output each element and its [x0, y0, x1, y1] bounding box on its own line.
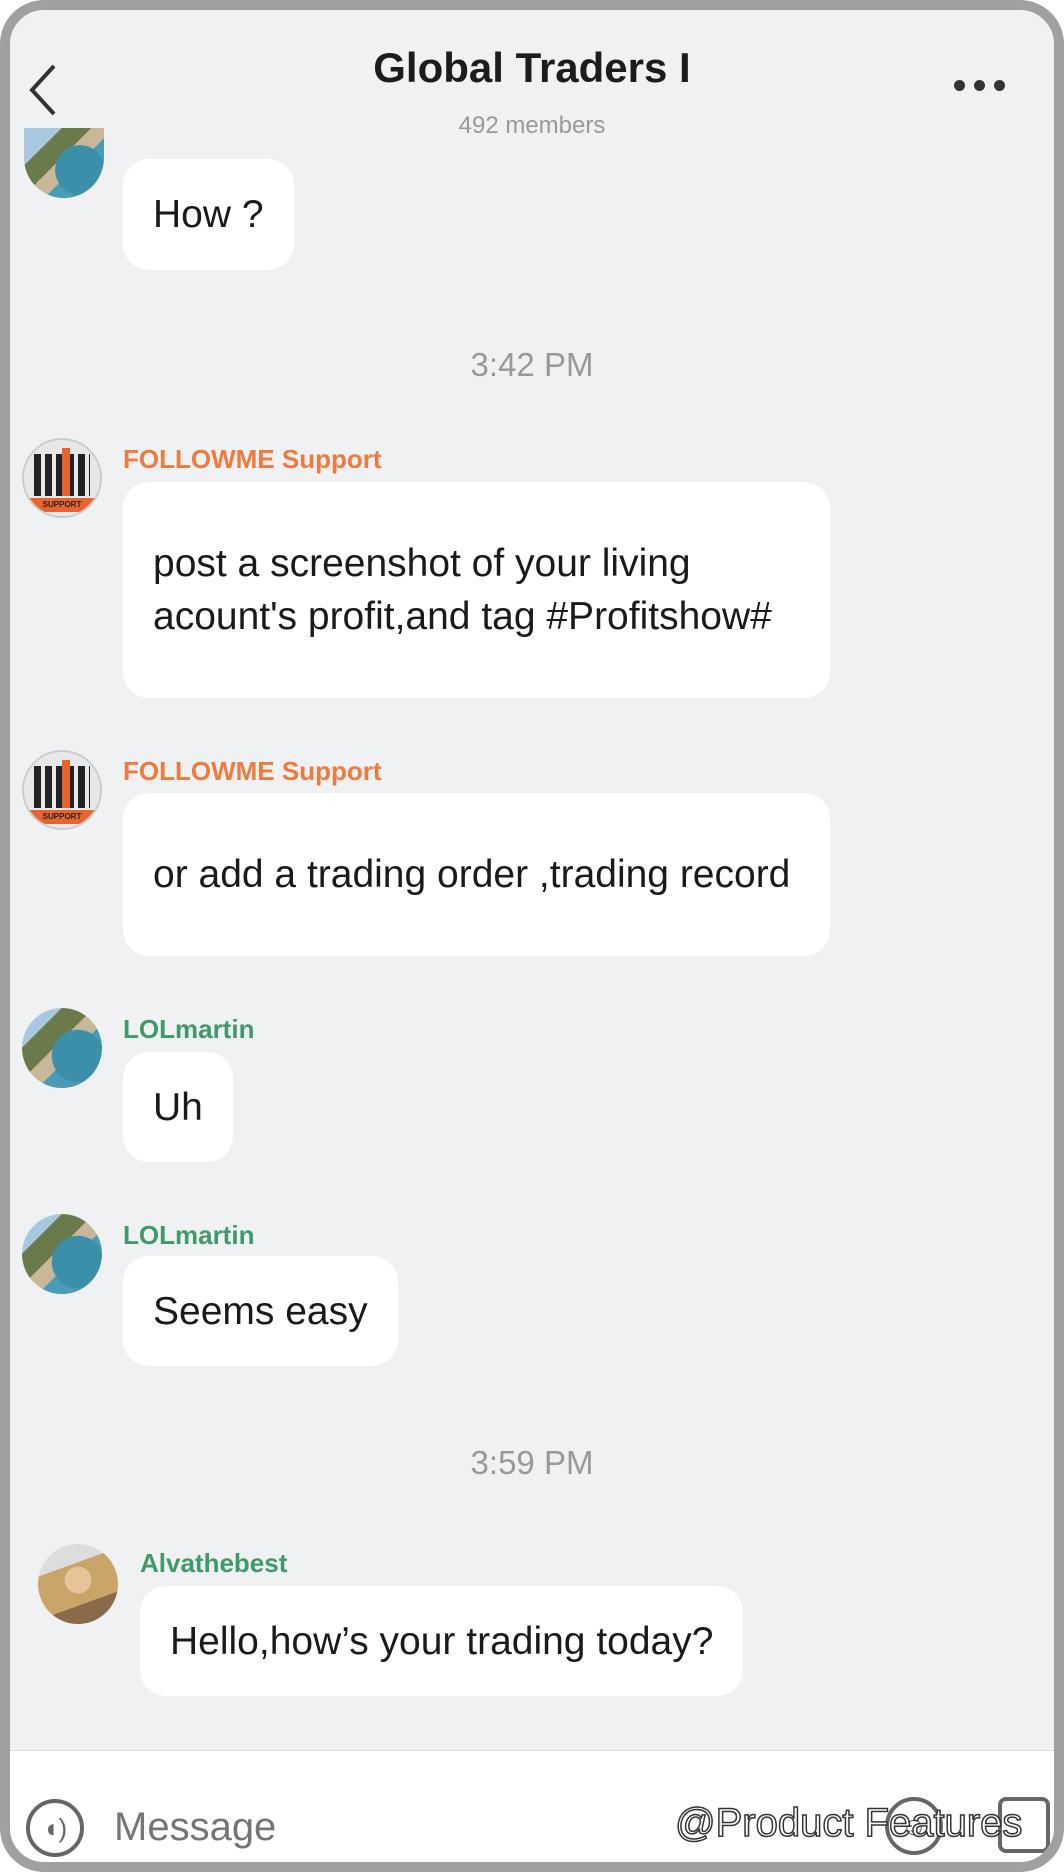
- message-text: or add a trading order ,trading record: [153, 853, 791, 896]
- avatar[interactable]: [38, 1544, 118, 1624]
- avatar[interactable]: SUPPORT: [22, 438, 102, 518]
- watermark: @Product Features: [674, 1800, 1023, 1846]
- message-text: Hello,how’s your trading today?: [170, 1619, 714, 1663]
- avatar[interactable]: [22, 1214, 102, 1294]
- message-bubble[interactable]: Hello,how’s your trading today?: [140, 1586, 744, 1696]
- page-title: Global Traders I: [373, 44, 691, 91]
- avatar[interactable]: [22, 1008, 102, 1088]
- message-text: post a screenshot of your living acount'…: [153, 542, 772, 638]
- message-text: Seems easy: [153, 1289, 368, 1333]
- message-text: Uh: [153, 1085, 203, 1129]
- timestamp: 3:59 PM: [470, 1444, 594, 1481]
- message-bubble[interactable]: Uh: [123, 1052, 233, 1162]
- sender-name[interactable]: FOLLOWME Support: [123, 444, 382, 475]
- sender-name[interactable]: LOLmartin: [123, 1014, 254, 1045]
- message-bubble[interactable]: or add a trading order ,trading record: [123, 793, 830, 956]
- chat-screen: Global Traders I 492 members How ? 3:42 …: [0, 0, 1064, 1872]
- message-bubble[interactable]: Seems easy: [123, 1256, 398, 1366]
- member-count[interactable]: 492 members: [10, 112, 1054, 140]
- sender-name[interactable]: LOLmartin: [123, 1220, 254, 1251]
- timestamp: 3:42 PM: [470, 346, 594, 383]
- message-bubble[interactable]: post a screenshot of your living acount'…: [123, 482, 830, 698]
- message-input-bar: ◖) ☺ @Product Features: [10, 1750, 1054, 1862]
- avatar[interactable]: SUPPORT: [22, 750, 102, 830]
- more-icon[interactable]: [954, 80, 1005, 91]
- sender-name[interactable]: FOLLOWME Support: [123, 756, 382, 787]
- message-text: How ?: [153, 193, 264, 236]
- message-bubble[interactable]: How ?: [123, 159, 294, 270]
- voice-icon[interactable]: ◖): [26, 1799, 84, 1857]
- message-input[interactable]: [114, 1805, 614, 1850]
- avatar[interactable]: [24, 128, 104, 198]
- sender-name[interactable]: Alvathebest: [140, 1548, 287, 1579]
